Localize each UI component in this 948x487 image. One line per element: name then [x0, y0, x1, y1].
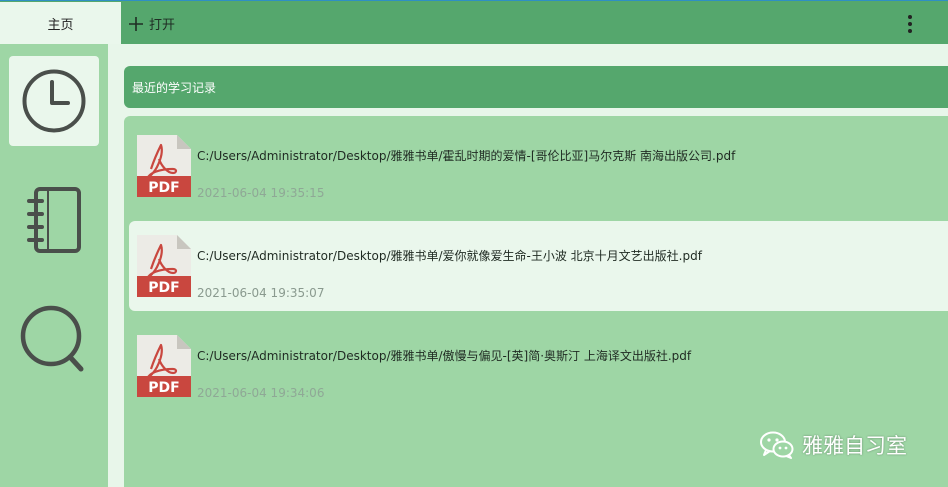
file-timestamp: 2021-06-04 19:35:07 — [197, 286, 325, 300]
file-path: C:/Users/Administrator/Desktop/雅雅书单/霍乱时期… — [197, 149, 736, 163]
watermark: 雅雅自习室 — [760, 430, 907, 460]
file-timestamp: 2021-06-04 19:34:06 — [197, 386, 325, 400]
pdf-file-icon: PDF — [137, 235, 191, 297]
list-item[interactable]: PDF C:/Users/Administrator/Desktop/雅雅书单/… — [129, 321, 948, 411]
svg-text:PDF: PDF — [148, 180, 179, 196]
search-icon — [20, 305, 84, 372]
watermark-text: 雅雅自习室 — [802, 434, 907, 458]
sidebar-item-history[interactable] — [9, 56, 99, 146]
wechat-icon — [760, 431, 794, 459]
top-bar: 主页 打开 — [0, 0, 948, 45]
pdf-file-icon: PDF — [137, 335, 191, 397]
tab-home[interactable]: 主页 — [0, 2, 121, 45]
file-path: C:/Users/Administrator/Desktop/雅雅书单/傲慢与偏… — [197, 349, 692, 363]
plus-icon — [129, 16, 143, 31]
list-item[interactable]: PDF C:/Users/Administrator/Desktop/雅雅书单/… — [129, 221, 948, 311]
open-button[interactable]: 打开 — [128, 2, 175, 45]
svg-text:PDF: PDF — [148, 380, 179, 396]
sidebar-item-notebook[interactable] — [9, 175, 99, 265]
svg-text:PDF: PDF — [148, 280, 179, 296]
clock-icon — [22, 69, 86, 133]
sidebar-item-search[interactable] — [9, 294, 99, 384]
main-content: 最近的学习记录 PDF C:/Users/Administrator/Deskt… — [108, 44, 948, 487]
more-button[interactable] — [898, 11, 922, 37]
sidebar — [0, 44, 108, 487]
list-item[interactable]: PDF C:/Users/Administrator/Desktop/雅雅书单/… — [129, 121, 948, 211]
file-timestamp: 2021-06-04 19:35:15 — [197, 186, 325, 200]
more-vertical-icon — [908, 15, 912, 33]
section-title: 最近的学习记录 — [124, 66, 948, 108]
pdf-file-icon: PDF — [137, 135, 191, 197]
app-window: 主页 打开 最近的学习记录 PDF C:/Users/Administrator… — [0, 0, 948, 487]
file-path: C:/Users/Administrator/Desktop/雅雅书单/爱你就像… — [197, 249, 702, 263]
open-button-label: 打开 — [149, 18, 176, 33]
notebook-icon — [27, 187, 81, 253]
